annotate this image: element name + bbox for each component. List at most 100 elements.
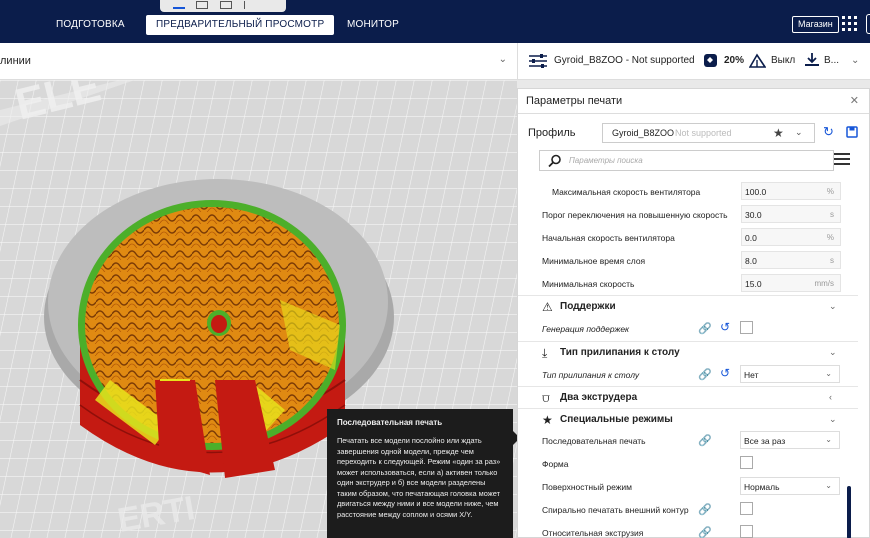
reset-icon[interactable]: ↺ xyxy=(720,320,730,334)
setting-label: Спирально печатать внешний контур xyxy=(542,505,689,515)
setting-label: Генерация поддержек xyxy=(542,324,630,334)
surface-mode-select[interactable]: Нормаль ⌄ xyxy=(740,477,840,495)
infill-icon xyxy=(704,54,717,67)
infill-percent: 20% xyxy=(724,55,745,66)
profile-dropdown[interactable]: Gyroid_B8ZOO Not supported ★ ⌄ xyxy=(602,123,815,143)
view-3d-icon[interactable] xyxy=(173,1,185,9)
chevron-down-icon: ⌄ xyxy=(829,414,837,424)
fan-max-speed-input[interactable]: 100.0% xyxy=(741,182,841,200)
apps-grid-icon[interactable] xyxy=(842,16,857,31)
tab-monitor[interactable]: МОНИТОР xyxy=(337,15,409,35)
setting-row: Последовательная печать 🔗 Все за раз ⌄ xyxy=(518,431,858,451)
settings-search-input[interactable]: Параметры поиска xyxy=(539,150,834,171)
print-setup-selector[interactable]: Gyroid_B8ZOO - Not supported 20% Выкл В.… xyxy=(517,43,870,80)
stage-menu-bar: ПОДГОТОВКА ПРЕДВАРИТЕЛЬНЫЙ ПРОСМОТР МОНИ… xyxy=(0,0,870,43)
adhesion-status: В... xyxy=(824,55,840,66)
link-icon[interactable]: 🔗 xyxy=(698,526,712,538)
chevron-down-icon: ⌄ xyxy=(498,54,507,65)
mold-checkbox[interactable] xyxy=(740,456,753,469)
setting-row: Порог переключения на повышенную скорост… xyxy=(518,205,858,225)
category-adhesion[interactable]: ⤓ Тип прилипания к столу ⌄ xyxy=(518,341,858,363)
category-special-modes[interactable]: ★ Специальные режимы ⌄ xyxy=(518,408,858,430)
setting-row: Форма xyxy=(518,454,858,474)
settings-scrollbar[interactable] xyxy=(847,486,851,538)
view-type-label: линии xyxy=(0,55,31,67)
close-icon[interactable]: ✕ xyxy=(850,94,859,107)
settings-menu-icon[interactable] xyxy=(834,153,850,166)
tooltip-body: Печатать все модели послойно или ждать з… xyxy=(337,436,501,519)
min-speed-input[interactable]: 15.0 mm/s xyxy=(741,274,841,292)
account-avatar[interactable] xyxy=(866,14,870,34)
link-icon[interactable]: 🔗 xyxy=(698,503,712,516)
link-icon[interactable]: 🔗 xyxy=(698,322,712,335)
support-status: Выкл xyxy=(771,55,796,66)
chevron-down-icon: ⌄ xyxy=(795,127,803,137)
setting-label: Порог переключения на повышенную скорост… xyxy=(542,210,728,220)
category-support[interactable]: ⚠ Поддержки ⌄ xyxy=(518,295,858,317)
view-front-icon[interactable] xyxy=(196,1,208,9)
reset-icon[interactable]: ↺ xyxy=(720,366,730,380)
setting-label: Начальная скорость вентилятора xyxy=(542,233,675,243)
save-profile-icon[interactable] xyxy=(846,126,858,138)
setting-label: Максимальная скорость вентилятора xyxy=(552,187,701,197)
chevron-left-icon: ‹ xyxy=(829,392,832,402)
search-icon xyxy=(548,154,561,168)
setting-row: Спирально печатать внешний контур 🔗 xyxy=(518,500,858,520)
min-layer-time-input[interactable]: 8.0 s xyxy=(741,251,841,269)
profile-row: Профиль Gyroid_B8ZOO Not supported ★ ⌄ ↻ xyxy=(518,123,869,145)
tooltip-title: Последовательная печать xyxy=(337,418,443,427)
adhesion-icon xyxy=(805,53,819,66)
setting-label: Тип прилипания к столу xyxy=(542,370,640,380)
setting-row: Минимальное время слоя 8.0 s xyxy=(518,251,858,271)
favorite-star-icon[interactable]: ★ xyxy=(773,126,784,140)
link-icon[interactable]: 🔗 xyxy=(698,434,712,447)
reset-profile-icon[interactable]: ↻ xyxy=(823,124,834,140)
spiralize-checkbox[interactable] xyxy=(740,502,753,515)
link-icon[interactable]: 🔗 xyxy=(698,368,712,381)
view-type-selector[interactable]: линии ⌄ xyxy=(0,43,517,80)
setting-tooltip: Последовательная печать Печатать все мод… xyxy=(327,409,517,538)
support-icon: ⚠ xyxy=(542,300,553,314)
setting-row: Максимальная скорость вентилятора 100.0% xyxy=(518,182,858,202)
panel-title: Параметры печати ✕ xyxy=(518,89,869,114)
search-placeholder: Параметры поиска xyxy=(569,156,643,165)
fan-threshold-input[interactable]: 30.0 s xyxy=(741,205,841,223)
profile-label: Профиль xyxy=(528,127,576,139)
3d-viewport[interactable]: ELE ERTI Последовательная печать Печатат… xyxy=(0,80,517,538)
settings-sliders-icon xyxy=(529,54,547,68)
print-settings-panel: Параметры печати ✕ Профиль Gyroid_B8ZOO … xyxy=(517,88,870,538)
adhesion-type-select[interactable]: Нет ⌄ xyxy=(740,365,840,383)
adhesion-icon: ⤓ xyxy=(542,346,548,360)
dual-extruder-icon: ⩌ xyxy=(542,391,550,405)
print-sequence-select[interactable]: Все за раз ⌄ xyxy=(740,431,840,449)
setting-label: Относительная экструзия xyxy=(542,528,644,538)
setting-row: Минимальная скорость 15.0 mm/s xyxy=(518,274,858,294)
setting-row: Начальная скорость вентилятора 0.0% xyxy=(518,228,858,248)
fan-initial-speed-input[interactable]: 0.0% xyxy=(741,228,841,246)
star-icon: ★ xyxy=(542,413,553,427)
panel-title-text: Параметры печати xyxy=(526,95,623,107)
setting-label: Поверхностный режим xyxy=(542,482,632,492)
view-side-icon[interactable] xyxy=(244,1,256,9)
setting-row: Тип прилипания к столу 🔗 ↺ Нет ⌄ xyxy=(518,365,858,385)
setting-row: Генерация поддержек 🔗 ↺ xyxy=(518,319,858,339)
setting-label: Последовательная печать xyxy=(542,436,646,446)
view-mode-switcher[interactable] xyxy=(160,0,286,12)
setting-label: Минимальная скорость xyxy=(542,279,635,289)
setting-label: Минимальное время слоя xyxy=(542,256,646,266)
relative-extrusion-checkbox[interactable] xyxy=(740,525,753,538)
chevron-down-icon: ⌄ xyxy=(829,347,837,357)
chevron-down-icon: ⌄ xyxy=(829,301,837,311)
chevron-down-icon: ⌄ xyxy=(851,55,860,66)
tab-prepare[interactable]: ПОДГОТОВКА xyxy=(46,15,135,35)
view-top-icon[interactable] xyxy=(220,1,232,9)
profile-status: Not supported xyxy=(675,128,732,138)
category-dual-extrusion[interactable]: ⩌ Два экструдера ‹ xyxy=(518,386,858,408)
setting-row: Относительная экструзия 🔗 xyxy=(518,523,858,538)
setting-row: Поверхностный режим Нормаль ⌄ xyxy=(518,477,858,497)
print-profile-summary: Gyroid_B8ZOO - Not supported xyxy=(554,55,695,66)
marketplace-button[interactable]: Магазин xyxy=(792,16,839,33)
setting-label: Форма xyxy=(542,459,569,469)
support-enable-checkbox[interactable] xyxy=(740,321,753,334)
tab-preview[interactable]: ПРЕДВАРИТЕЛЬНЫЙ ПРОСМОТР xyxy=(146,15,335,35)
